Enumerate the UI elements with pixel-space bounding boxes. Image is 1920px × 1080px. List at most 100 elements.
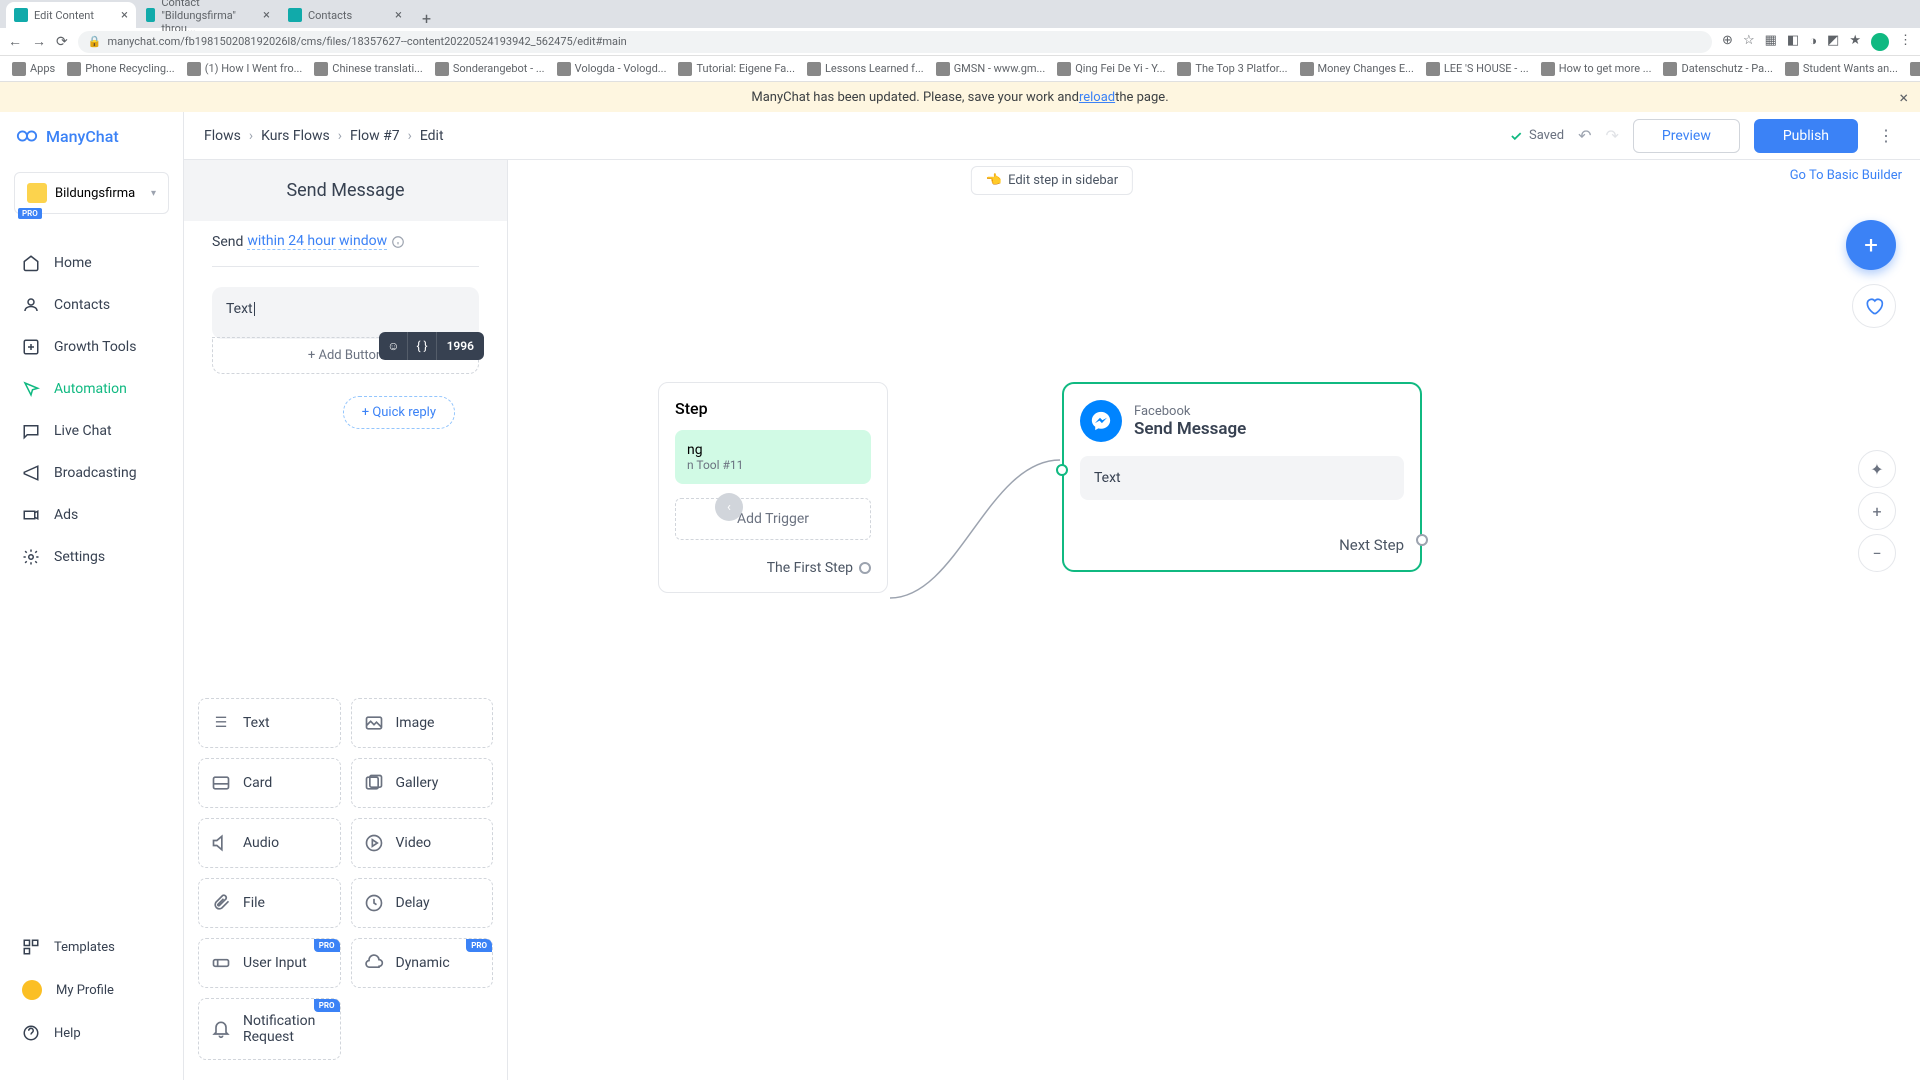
account-selector[interactable]: Bildungsfirma ▾ PRO	[14, 172, 169, 214]
bookmark-item[interactable]: Tutorial: Eigene Fa...	[674, 62, 799, 76]
block-file[interactable]: File	[198, 878, 341, 928]
gallery-icon	[364, 773, 384, 793]
output-port[interactable]	[1416, 534, 1428, 546]
reload-icon[interactable]: ⟳	[56, 34, 68, 50]
collapse-handle-icon[interactable]: ‹	[715, 493, 743, 521]
goto-basic-builder-link[interactable]: Go To Basic Builder	[1790, 168, 1902, 183]
auto-layout-button[interactable]: ✦	[1858, 450, 1896, 488]
bookmark-item[interactable]: Vologda - Vologd...	[553, 62, 671, 76]
add-trigger-button[interactable]: Add Trigger	[675, 498, 871, 540]
bookmark-icon	[314, 62, 328, 76]
bookmark-item[interactable]: Phone Recycling...	[63, 62, 178, 76]
block-gallery[interactable]: Gallery	[351, 758, 494, 808]
preview-button[interactable]: Preview	[1633, 119, 1740, 153]
extension-icon[interactable]: ◩	[1827, 33, 1839, 51]
bookmark-item[interactable]: Apps	[8, 62, 59, 76]
browser-tab[interactable]: Contact "Bildungsfirma" throu... ×	[138, 2, 278, 28]
add-tab-button[interactable]: +	[412, 9, 441, 28]
close-icon[interactable]: ×	[1899, 88, 1908, 107]
nav-settings[interactable]: Settings	[0, 536, 183, 578]
output-port[interactable]	[859, 562, 871, 574]
bookmark-item[interactable]: GMSN - www.gm...	[932, 62, 1050, 76]
menu-icon[interactable]: ⋮	[1899, 33, 1912, 51]
favorite-fab[interactable]	[1852, 284, 1896, 328]
extension-icon[interactable]: ▦	[1765, 33, 1777, 51]
editor-panel: Send Message Send within 24 hour window …	[184, 160, 508, 1080]
bookmark-item[interactable]: (1) How I Went fro...	[183, 62, 307, 76]
variable-icon[interactable]: { }	[408, 332, 436, 360]
node-send-message[interactable]: Facebook Send Message Text Next Step	[1062, 382, 1422, 572]
forward-icon[interactable]: →	[32, 33, 46, 50]
block-audio[interactable]: Audio	[198, 818, 341, 868]
bookmark-item[interactable]: Student Wants an...	[1781, 62, 1902, 76]
bookmark-item[interactable]: Datenschutz - Pa...	[1659, 62, 1776, 76]
extension-icon[interactable]: ★	[1849, 33, 1861, 51]
connector-line	[508, 160, 1920, 1080]
undo-button[interactable]: ↶	[1578, 126, 1591, 145]
nav-livechat[interactable]: Live Chat	[0, 410, 183, 452]
bookmark-item[interactable]: Qing Fei De Yi - Y...	[1053, 62, 1169, 76]
nav-contacts[interactable]: Contacts	[0, 284, 183, 326]
text-content[interactable]: Text	[226, 301, 465, 325]
crumb[interactable]: Flow #7	[350, 128, 400, 144]
nav-home[interactable]: Home	[0, 242, 183, 284]
nav-templates[interactable]: Templates	[0, 926, 183, 968]
star-icon[interactable]: ☆	[1743, 33, 1755, 51]
avatar-icon[interactable]	[1871, 33, 1889, 51]
zoom-out-button[interactable]: −	[1858, 534, 1896, 572]
block-user-input[interactable]: PROUser Input	[198, 938, 341, 988]
edit-sidebar-pill[interactable]: 👈Edit step in sidebar	[971, 166, 1133, 195]
block-card[interactable]: Card	[198, 758, 341, 808]
bookmark-item[interactable]: Sonderangebot - ...	[431, 62, 549, 76]
bookmark-item[interactable]: How to get more ...	[1537, 62, 1656, 76]
nav-automation[interactable]: Automation	[0, 368, 183, 410]
extension-icon[interactable]: ◧	[1787, 33, 1799, 51]
nav-broadcasting[interactable]: Broadcasting	[0, 452, 183, 494]
block-image[interactable]: Image	[351, 698, 494, 748]
close-icon[interactable]: ×	[121, 8, 128, 23]
send-window-link[interactable]: within 24 hour window	[247, 233, 387, 250]
browser-tab-active[interactable]: Edit Content ×	[6, 2, 136, 28]
bookmark-item[interactable]: (2) How To Add A...	[1906, 62, 1920, 76]
block-dynamic[interactable]: PRODynamic	[351, 938, 494, 988]
bookmark-item[interactable]: Money Changes E...	[1296, 62, 1418, 76]
back-icon[interactable]: ←	[8, 33, 22, 50]
nav-help[interactable]: Help	[0, 1012, 183, 1054]
quick-reply-button[interactable]: + Quick reply	[343, 396, 455, 429]
chevron-down-icon: ▾	[151, 188, 156, 199]
block-notification[interactable]: PRONotificationRequest	[198, 998, 341, 1060]
publish-button[interactable]: Publish	[1754, 119, 1858, 153]
block-video[interactable]: Video	[351, 818, 494, 868]
bookmark-item[interactable]: Lessons Learned f...	[803, 62, 928, 76]
block-text[interactable]: ☰Text	[198, 698, 341, 748]
extension-icon[interactable]: ◑	[1809, 33, 1817, 51]
more-menu-icon[interactable]: ⋮	[1872, 126, 1900, 145]
logo[interactable]: ManyChat	[0, 112, 183, 160]
bookmark-item[interactable]: Chinese translati...	[310, 62, 427, 76]
node-starting-step[interactable]: Step ng n Tool #11 Add Trigger The First…	[658, 382, 888, 593]
bookmark-item[interactable]: LEE 'S HOUSE - ...	[1422, 62, 1533, 76]
nav-profile[interactable]: My Profile	[0, 968, 183, 1012]
extension-icon[interactable]: ⊕	[1722, 33, 1733, 51]
input-port[interactable]	[1056, 464, 1068, 476]
url-input[interactable]: 🔒 manychat.com/fb198150208192026l8/cms/f…	[78, 31, 1712, 53]
block-delay[interactable]: Delay	[351, 878, 494, 928]
close-icon[interactable]: ×	[395, 8, 402, 23]
close-icon[interactable]: ×	[263, 8, 270, 23]
block-grid: ☰Text Image Card Gallery Audio Video Fil…	[184, 678, 507, 1080]
info-icon[interactable]	[391, 235, 405, 249]
add-button-row[interactable]: + Add Button ☺ { } 1996	[212, 337, 479, 374]
crumb[interactable]: Flows	[204, 128, 241, 144]
emoji-icon[interactable]: ☺	[379, 332, 408, 360]
crumb[interactable]: Kurs Flows	[261, 128, 330, 144]
trigger-box[interactable]: ng n Tool #11	[675, 430, 871, 484]
zoom-in-button[interactable]: +	[1858, 492, 1896, 530]
flow-canvas[interactable]: Step ng n Tool #11 Add Trigger The First…	[508, 160, 1920, 1080]
bookmark-item[interactable]: The Top 3 Platfor...	[1173, 62, 1291, 76]
browser-tab[interactable]: Contacts ×	[280, 2, 410, 28]
reload-link[interactable]: reload	[1079, 90, 1115, 105]
add-step-fab[interactable]: +	[1846, 220, 1896, 270]
nav-ads[interactable]: Ads	[0, 494, 183, 536]
avatar-icon	[22, 980, 42, 1000]
nav-growth-tools[interactable]: Growth Tools	[0, 326, 183, 368]
